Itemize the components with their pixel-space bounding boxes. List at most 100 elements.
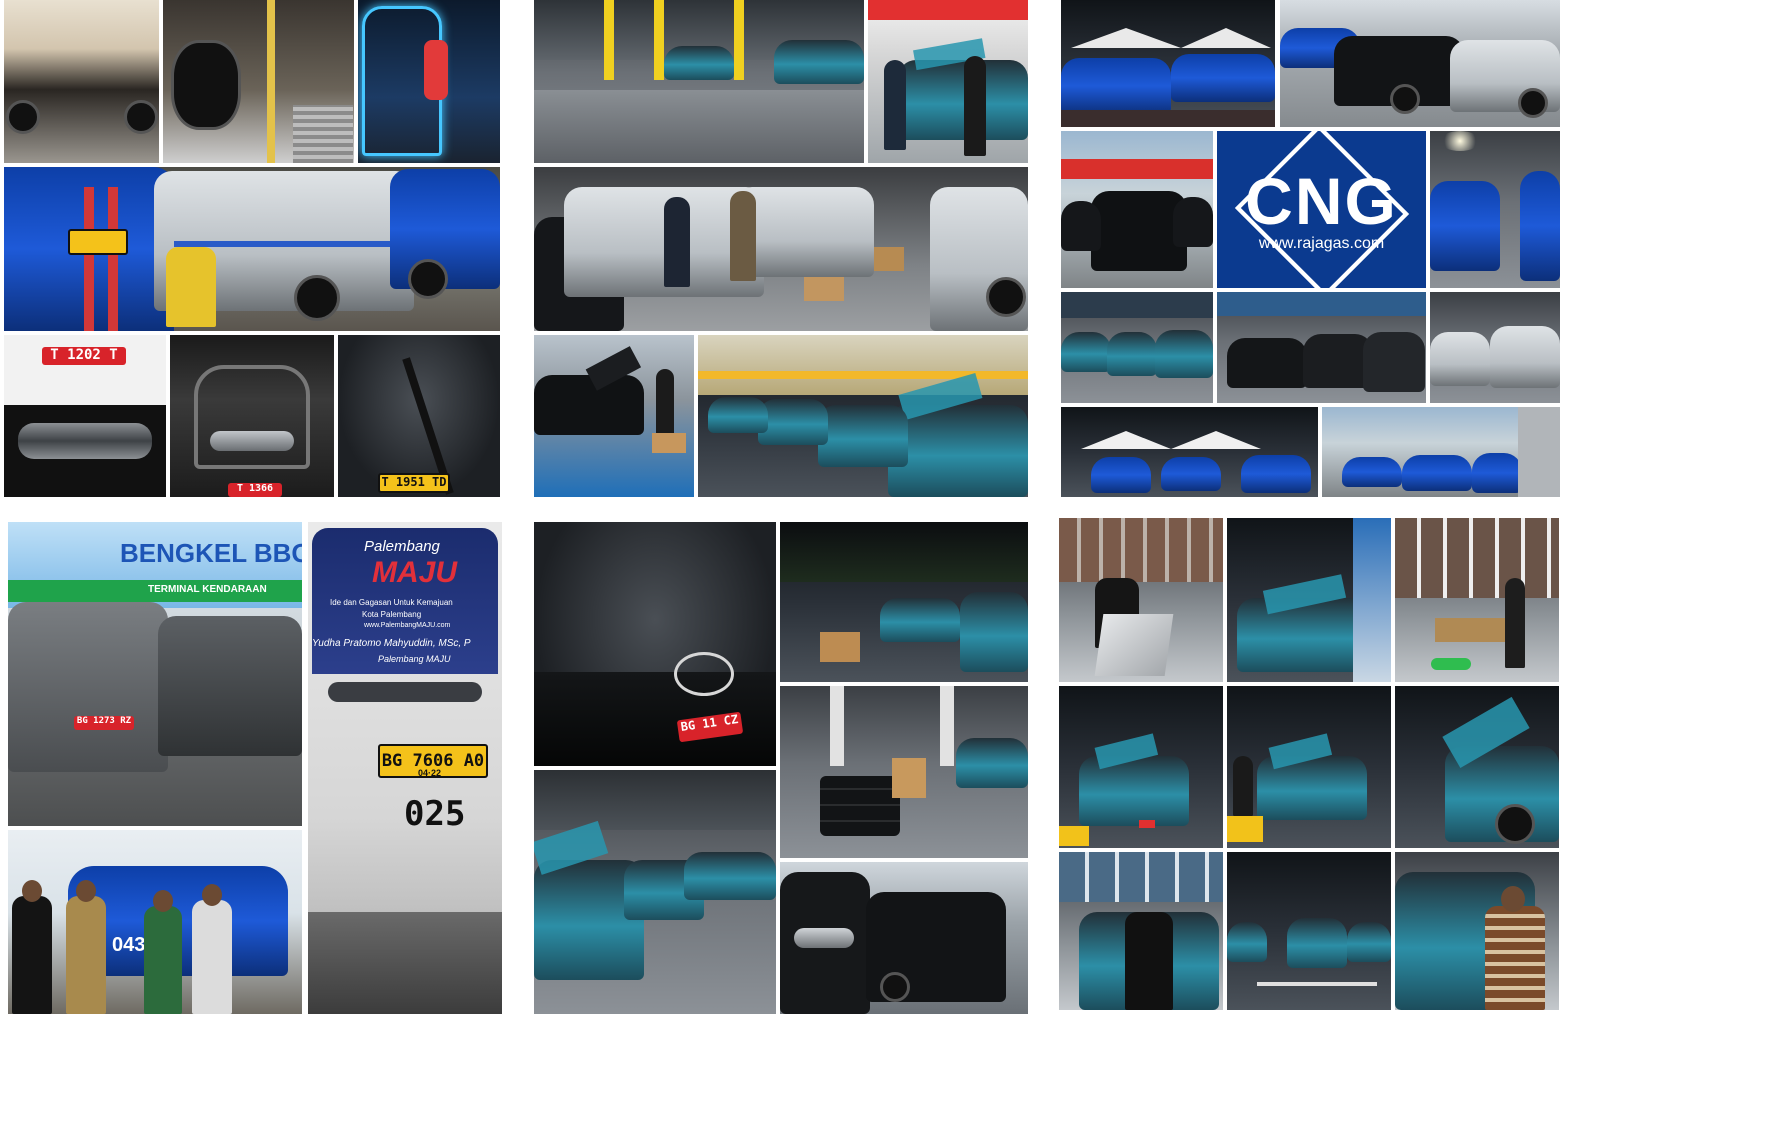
taxi (1107, 332, 1157, 376)
bengkel-sub-text: TERMINAL KENDARAAN (148, 584, 267, 595)
ceiling-light (1440, 131, 1480, 151)
wheel (171, 40, 241, 130)
official (192, 900, 232, 1014)
plate-1202: T 1202 T (42, 347, 126, 365)
bus-grille (328, 682, 482, 702)
taxi-plate (68, 229, 128, 255)
booth-wall (1353, 518, 1391, 682)
head (22, 880, 42, 902)
photo-innova-engine-bay: BG 11 CZ (534, 522, 776, 766)
photo-trunk-work-booth (1059, 852, 1223, 1010)
stripe (84, 187, 94, 331)
blue-taxi (1520, 171, 1560, 281)
mechanic (730, 191, 756, 281)
head (1501, 886, 1525, 912)
photo-van-underbody (4, 0, 159, 163)
mechanic (1233, 756, 1253, 816)
blue-taxi (1091, 457, 1151, 493)
photo-gas-station-taxi (868, 0, 1028, 163)
poster-wall (1059, 518, 1223, 582)
trunk-frame (194, 365, 310, 469)
wheel (6, 100, 40, 134)
taxi (1079, 756, 1189, 826)
yellow-stripe (698, 371, 1028, 379)
bus-line2: Kota Palembang (362, 610, 422, 619)
tail-light (424, 40, 448, 100)
cng-cylinder (210, 431, 294, 451)
blue-taxi (1472, 453, 1522, 493)
shelter-roof (1217, 292, 1426, 316)
dark-mpv (1363, 332, 1425, 392)
poster-wall (1059, 852, 1223, 902)
bus-person: Yudha Pratomo Mahyuddin, MSc, P (312, 638, 471, 649)
black-suv (1227, 338, 1307, 388)
photo-tents-blue-fleet-night (1061, 407, 1318, 497)
photo-taxi-hood-closeup (1395, 686, 1559, 848)
equipment-rack (1518, 407, 1560, 497)
photo-mixed-cars-shelter (1217, 292, 1426, 403)
taxi (818, 405, 908, 467)
photo-teal-taxis-parking (1061, 292, 1213, 403)
taxi (956, 738, 1028, 788)
stripe (108, 187, 118, 331)
photo-officials-with-van: 043 (8, 830, 302, 1014)
measuring-tape (267, 0, 275, 163)
mechanic (1125, 912, 1173, 1010)
box (804, 277, 844, 301)
photo-tent-blue-taxis (1061, 0, 1275, 127)
mechanic (166, 247, 216, 327)
floor-grate (293, 105, 353, 163)
toyota-emblem (674, 652, 734, 696)
photo-black-mpv-station (1061, 131, 1213, 288)
photo-black-car-blue-floor (534, 335, 694, 497)
bus-city: Palembang (364, 538, 440, 555)
official (12, 896, 52, 1014)
man (964, 56, 986, 156)
taxi (960, 592, 1028, 672)
black-car (1061, 201, 1101, 251)
mechanic (664, 197, 690, 287)
taxi (1287, 918, 1347, 968)
man (1505, 578, 1525, 668)
box (652, 433, 686, 453)
pillar (604, 0, 614, 80)
box (874, 247, 904, 271)
man (884, 60, 906, 150)
bus-line1: Ide dan Gagasan Untuk Kemajuan (330, 598, 453, 607)
wheel (1495, 804, 1535, 844)
head (76, 880, 96, 902)
wheel (294, 275, 340, 321)
official (66, 896, 106, 1014)
tent (1081, 431, 1171, 449)
photo-night-lot-taxis (1227, 852, 1391, 1010)
pillar (734, 0, 744, 80)
lane-marking (1257, 982, 1377, 986)
wheel (124, 100, 158, 134)
red-tool (1139, 820, 1155, 828)
desk (1435, 618, 1505, 642)
box (892, 758, 926, 798)
plate-1366: T 1366 (228, 483, 282, 497)
photo-white-cars-shelter (1430, 292, 1560, 403)
white-car (1490, 326, 1560, 388)
taxi (1155, 330, 1213, 378)
photo-blue-taxis-hall (1430, 131, 1560, 288)
photo-tire-measure (163, 0, 354, 163)
bus-brand: MAJU (372, 556, 458, 589)
photo-night-taxis-boxes (780, 522, 1028, 682)
plate-expiry: 04·22 (418, 768, 442, 778)
pillar (830, 686, 844, 766)
photo-decorated-van (358, 0, 500, 163)
photo-open-trunks-cng (780, 862, 1028, 1014)
taxi (1237, 598, 1367, 672)
pillar (940, 686, 954, 766)
bus-web: www.PalembangMAJU.com (364, 622, 451, 629)
mechanic (1485, 906, 1545, 1010)
taxi (880, 598, 960, 642)
wheel (1518, 88, 1548, 118)
tool-box (1227, 816, 1263, 842)
tent (1171, 431, 1261, 449)
taxi (1347, 922, 1391, 962)
shelter-roof (1061, 292, 1213, 318)
van-number: 043 (112, 934, 146, 956)
